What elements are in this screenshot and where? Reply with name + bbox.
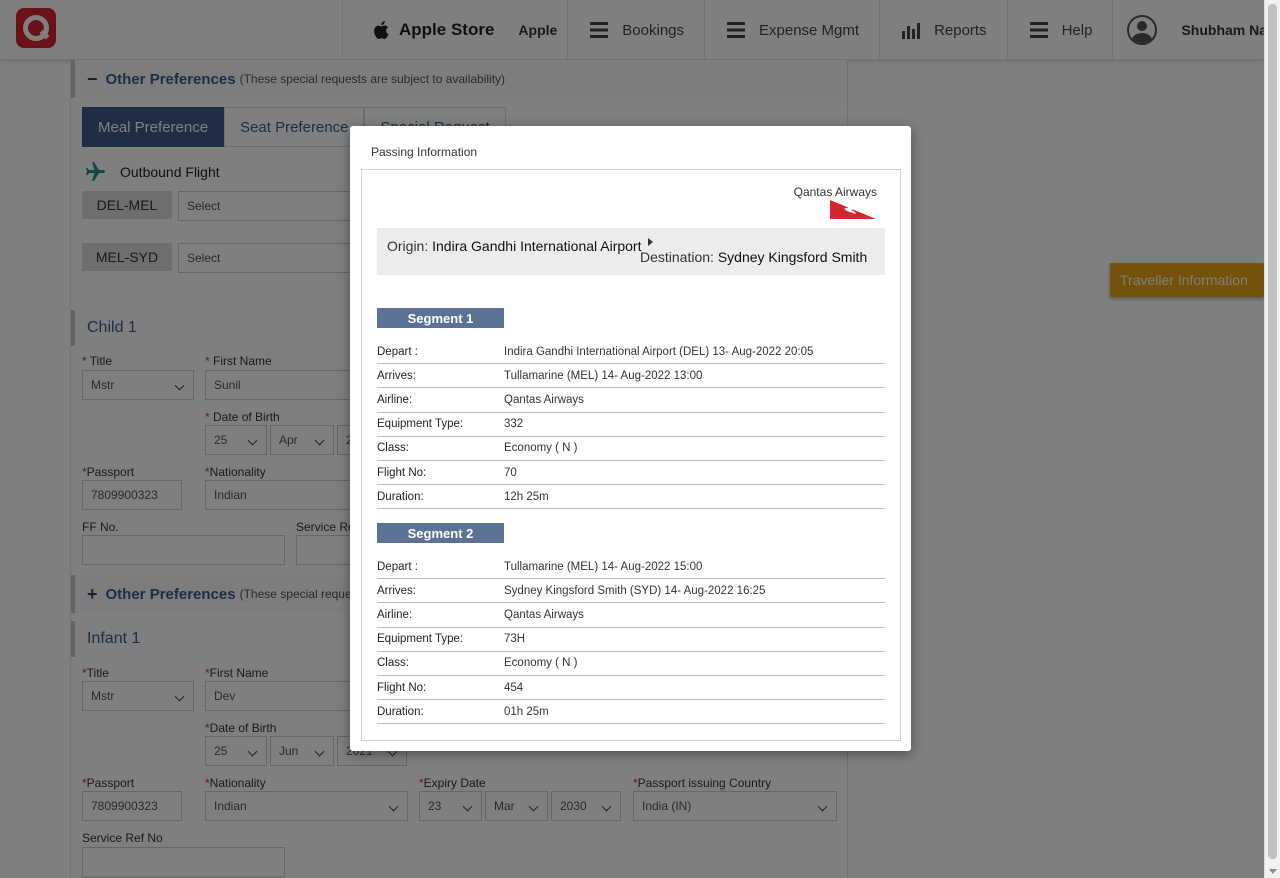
route-origin: Origin: Indira Gandhi International Airp… <box>387 238 642 254</box>
table-row: Airline: Qantas Airways <box>377 603 885 628</box>
table-row: Class: Economy ( N ) <box>377 652 885 676</box>
passing-information-modal: Passing Information Qantas Airways Origi… <box>350 126 911 751</box>
table-row: Arrives: Tullamarine (MEL) 14- Aug-2022 1… <box>377 364 885 389</box>
scroll-down-arrow-icon[interactable] <box>1269 869 1277 874</box>
segment-2-table: Depart : Tullamarine (MEL) 14- Aug-2022 1… <box>377 555 885 725</box>
airline-name: Qantas Airways <box>793 185 877 199</box>
route-destination: Destination: Sydney Kingsford Smith <box>640 249 868 265</box>
qantas-logo-icon <box>830 200 876 219</box>
scrollbar-thumb[interactable] <box>1268 4 1277 859</box>
table-row: Duration: 01h 25m <box>377 700 885 725</box>
table-row: Equipment Type: 73H <box>377 628 885 652</box>
table-row: Flight No: 70 <box>377 461 885 486</box>
page-scrollbar[interactable] <box>1264 0 1280 878</box>
table-row: Duration: 12h 25m <box>377 485 885 510</box>
segment-1-table: Depart : Indira Gandhi International Airp… <box>377 340 885 510</box>
table-row: Depart : Indira Gandhi International Airp… <box>377 340 885 365</box>
modal-body: Qantas Airways Origin: Indira Gandhi Int… <box>361 169 901 741</box>
caret-right-icon <box>648 238 653 246</box>
table-row: Depart : Tullamarine (MEL) 14- Aug-2022 1… <box>377 555 885 580</box>
modal-title: Passing Information <box>371 145 478 159</box>
table-row: Arrives: Sydney Kingsford Smith (SYD) 14-… <box>377 579 885 604</box>
segment-1-header: Segment 1 <box>377 308 504 328</box>
table-row: Class: Economy ( N ) <box>377 437 885 461</box>
route-summary: Origin: Indira Gandhi International Airp… <box>377 228 885 275</box>
segment-2-header: Segment 2 <box>377 523 504 543</box>
table-row: Airline: Qantas Airways <box>377 388 885 413</box>
table-row: Equipment Type: 332 <box>377 413 885 437</box>
table-row: Flight No: 454 <box>377 676 885 701</box>
